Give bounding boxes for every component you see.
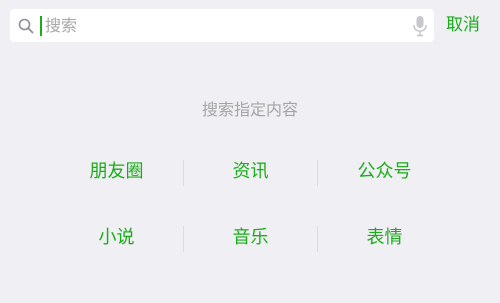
search-bar: 取消 bbox=[0, 0, 500, 54]
microphone-icon[interactable] bbox=[412, 15, 428, 37]
category-stickers[interactable]: 表情 bbox=[318, 218, 451, 258]
hint-title: 搜索指定内容 bbox=[201, 100, 298, 119]
category-news[interactable]: 资讯 bbox=[184, 152, 317, 192]
category-row: 朋友圈 资讯 公众号 bbox=[50, 152, 450, 192]
category-novels[interactable]: 小说 bbox=[50, 218, 183, 258]
search-input[interactable] bbox=[45, 9, 385, 42]
category-row: 小说 音乐 表情 bbox=[50, 218, 450, 258]
search-icon bbox=[18, 18, 34, 34]
category-music[interactable]: 音乐 bbox=[184, 218, 317, 258]
cancel-button[interactable]: 取消 bbox=[446, 10, 496, 40]
category-grid: 朋友圈 资讯 公众号 小说 音乐 表情 bbox=[50, 152, 450, 284]
search-box[interactable] bbox=[10, 9, 434, 42]
category-moments[interactable]: 朋友圈 bbox=[50, 152, 183, 192]
text-cursor bbox=[40, 16, 42, 36]
category-official-accounts[interactable]: 公众号 bbox=[318, 152, 451, 192]
